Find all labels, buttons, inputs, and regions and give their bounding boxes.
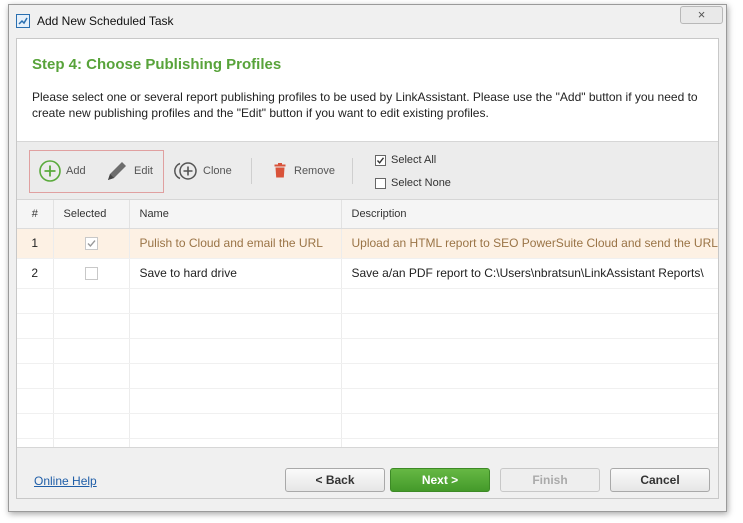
row-number: 2 xyxy=(17,258,54,289)
next-button[interactable]: Next > xyxy=(390,468,490,492)
close-button[interactable]: × xyxy=(680,6,723,24)
back-button[interactable]: < Back xyxy=(285,468,385,492)
clone-label: Clone xyxy=(203,165,232,177)
add-icon xyxy=(39,160,61,182)
select-all-label: Select All xyxy=(391,154,437,166)
empty-row xyxy=(17,438,718,447)
select-none-checkbox[interactable]: Select None xyxy=(375,177,451,189)
row-number: 1 xyxy=(17,228,54,259)
column-header-name[interactable]: Name xyxy=(129,200,342,229)
column-header-number[interactable]: # xyxy=(17,200,54,229)
app-icon xyxy=(16,14,30,28)
step-instructions: Please select one or several report publ… xyxy=(32,90,698,120)
column-header-description[interactable]: Description xyxy=(341,200,718,229)
dialog-window: Add New Scheduled Task × Step 4: Choose … xyxy=(8,4,727,512)
title-bar: Add New Scheduled Task × xyxy=(9,5,726,35)
empty-row xyxy=(17,413,718,439)
edit-label: Edit xyxy=(134,165,153,177)
row-selected-cell xyxy=(53,228,130,259)
toolbar-divider xyxy=(352,158,353,184)
add-button[interactable]: Add xyxy=(38,159,86,183)
toolbar: Add Edit Clone Remove Select All Select … xyxy=(17,141,718,200)
cancel-button[interactable]: Cancel xyxy=(610,468,710,492)
checkbox-empty-icon xyxy=(375,177,386,189)
row-checkbox[interactable] xyxy=(84,237,98,251)
empty-row xyxy=(17,313,718,339)
finish-button[interactable]: Finish xyxy=(500,468,600,492)
wizard-content: Step 4: Choose Publishing Profiles Pleas… xyxy=(16,38,719,499)
clone-button[interactable]: Clone xyxy=(173,161,232,181)
add-label: Add xyxy=(66,165,86,177)
row-name: Save to hard drive xyxy=(129,258,342,289)
select-all-checkbox[interactable]: Select All xyxy=(375,154,436,166)
checkbox-checked-icon xyxy=(375,154,386,166)
add-edit-group: Add Edit xyxy=(29,150,164,193)
remove-label: Remove xyxy=(294,164,335,177)
pencil-icon xyxy=(108,162,126,180)
row-description: Save a/an PDF report to C:\Users\nbratsu… xyxy=(341,258,718,289)
online-help-link[interactable]: Online Help xyxy=(34,474,97,488)
empty-row xyxy=(17,388,718,414)
row-selected-cell xyxy=(53,258,130,289)
profiles-table: # Selected Name Description 1 Pulish to … xyxy=(17,200,718,448)
close-icon: × xyxy=(697,7,706,22)
clone-icon xyxy=(174,162,197,180)
column-header-selected[interactable]: Selected xyxy=(53,200,130,229)
empty-row xyxy=(17,363,718,389)
row-description: Upload an HTML report to SEO PowerSuite … xyxy=(341,228,718,259)
trash-icon xyxy=(274,163,286,178)
step-title: Step 4: Choose Publishing Profiles xyxy=(32,56,282,73)
select-none-label: Select None xyxy=(391,177,451,189)
table-row[interactable]: 2 Save to hard drive Save a/an PDF repor… xyxy=(17,258,718,289)
toolbar-divider xyxy=(251,158,252,184)
row-name: Pulish to Cloud and email the URL xyxy=(129,228,342,259)
empty-row xyxy=(17,338,718,364)
window-title: Add New Scheduled Task xyxy=(37,14,174,28)
empty-row xyxy=(17,288,718,314)
table-row[interactable]: 1 Pulish to Cloud and email the URL Uplo… xyxy=(17,228,718,259)
dialog-footer: Online Help < Back Next > Finish Cancel xyxy=(17,448,718,498)
table-header: # Selected Name Description xyxy=(17,200,718,229)
remove-button[interactable]: Remove xyxy=(274,163,335,178)
row-checkbox[interactable] xyxy=(84,267,98,281)
edit-button[interactable]: Edit xyxy=(104,159,153,183)
